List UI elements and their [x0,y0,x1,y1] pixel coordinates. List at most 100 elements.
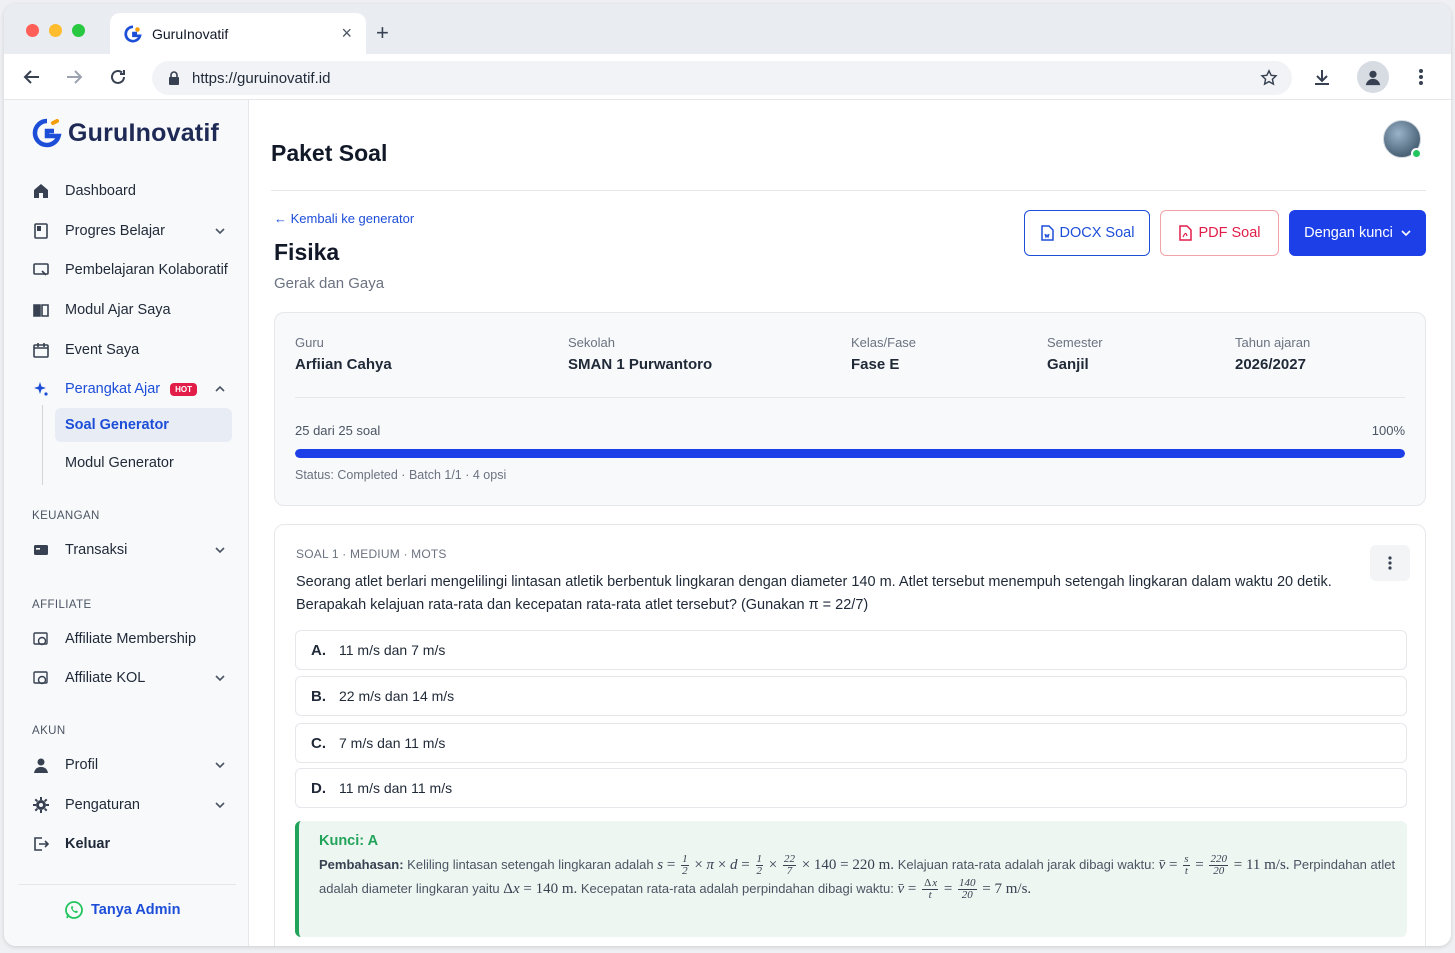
site-favicon-icon [124,24,142,42]
subject-title: Fisika [274,239,340,265]
sidebar-item-label: Keluar [65,836,111,852]
sidebar-item-perangkat-ajar[interactable]: Perangkat Ajar HOT [32,374,232,404]
whatsapp-icon [65,901,83,919]
info-value: Arfiian Cahya [295,356,392,373]
sidebar-item-label: Progres Belajar [65,223,165,239]
page-title: Paket Soal [271,140,388,166]
sidebar-item-label: Affiliate Membership [65,631,197,647]
info-kelas-fase: Kelas/Fase Fase E [851,335,916,373]
tab-close-icon[interactable]: × [341,23,352,44]
sidebar-item-label: Dashboard [65,183,136,199]
sidebar-item-label: Perangkat Ajar [65,381,161,397]
info-label: Guru [295,335,324,350]
sidebar-divider [18,884,236,885]
back-to-generator-link[interactable]: ← Kembali ke generator [274,211,414,226]
option-a[interactable]: A. 11 m/s dan 7 m/s [295,630,1407,670]
option-label: A. [311,641,326,659]
sparkle-icon [32,380,50,398]
sidebar-item-affiliate-membership[interactable]: Affiliate Membership [32,624,232,654]
sidebar-item-transaksi[interactable]: Transaksi [32,535,232,565]
info-value: 2026/2027 [1235,356,1306,373]
forward-arrow-icon[interactable] [62,65,86,89]
address-bar[interactable]: https://guruinovatif.id [152,61,1292,95]
section-label-affiliate: AFFILIATE [32,599,92,611]
explanation-text: Keliling lintasan setengah lingkaran ada… [407,857,654,872]
sidebar-item-dashboard[interactable]: Dashboard [32,176,232,206]
docx-soal-button[interactable]: DOCX Soal [1024,210,1150,256]
info-sekolah: Sekolah SMAN 1 Purwantoro [568,335,712,373]
close-window-button[interactable] [26,24,39,37]
profile-icon[interactable] [1357,61,1389,93]
bookmark-star-icon[interactable] [1260,69,1278,87]
affiliate-icon [32,669,50,687]
answer-key: Kunci: A [319,833,379,849]
sidebar-subitem-modul-generator[interactable]: Modul Generator [55,446,232,480]
browser-tab[interactable]: GuruInovatif × [110,13,366,54]
sidebar-item-label: Event Saya [65,342,140,358]
option-b[interactable]: B. 22 m/s dan 14 m/s [295,676,1407,716]
option-label: B. [311,687,326,705]
tab-title: GuruInovatif [152,25,229,42]
formula-displacement: Δx = 140 m. [503,881,578,898]
question-text: Seorang atlet berlari mengelilingi linta… [296,574,1332,613]
pdf-soal-button[interactable]: PDF Soal [1160,210,1279,256]
sidebar-item-event-saya[interactable]: Event Saya [32,335,232,365]
progress-bar [295,449,1405,458]
dengan-kunci-dropdown[interactable]: Dengan kunci [1289,210,1426,256]
info-card: Guru Arfiian Cahya Sekolah SMAN 1 Purwan… [274,312,1426,506]
dengan-kunci-label: Dengan kunci [1304,225,1393,241]
sidebar-subitem-soal-generator[interactable]: Soal Generator [55,408,232,442]
progress-percent: 100% [1371,423,1405,438]
docx-soal-label: DOCX Soal [1059,225,1135,241]
info-label: Sekolah [568,335,615,350]
pdf-icon [1179,225,1193,241]
option-c[interactable]: C. 7 m/s dan 11 m/s [295,723,1407,763]
user-icon [32,756,50,774]
sidebar-item-keluar[interactable]: Keluar [32,829,232,859]
logout-icon [32,835,50,853]
back-arrow-icon[interactable] [20,65,44,89]
brand-logo[interactable]: GuruInovatif [32,118,219,148]
option-text: 22 m/s dan 14 m/s [339,688,455,704]
minimize-window-button[interactable] [49,24,62,37]
info-divider [295,397,1405,398]
sidebar-item-pengaturan[interactable]: Pengaturan [32,790,232,820]
option-text: 11 m/s dan 7 m/s [339,642,446,658]
info-label: Kelas/Fase [851,335,917,350]
tanya-admin-button[interactable]: Tanya Admin [64,900,180,920]
chevron-down-icon [215,547,225,554]
info-value: SMAN 1 Purwantoro [568,356,713,373]
avatar[interactable] [1383,120,1422,159]
info-label: Semester [1047,335,1103,350]
gear-icon [32,796,50,814]
affiliate-icon [32,630,50,648]
browser-menu-icon[interactable] [1409,65,1433,89]
question-meta: SOAL 1 · MEDIUM · MOTS [296,547,447,561]
sidebar-item-progres-belajar[interactable]: Progres Belajar [32,216,232,246]
sidebar-item-modul-ajar-saya[interactable]: Modul Ajar Saya [32,295,232,325]
maximize-window-button[interactable] [72,24,85,37]
sidebar-item-affiliate-kol[interactable]: Affiliate KOL [32,663,232,693]
reload-icon[interactable] [106,65,130,89]
brand-icon [32,118,62,148]
sidebar-item-profil[interactable]: Profil [32,750,232,780]
wallet-icon [32,541,50,559]
sidebar-item-label: Pembelajaran Kolaboratif [65,262,228,278]
chevron-down-icon [215,762,225,769]
topic-subtitle: Gerak dan Gaya [274,275,385,292]
question-menu-button[interactable] [1370,545,1410,581]
info-value: Fase E [851,356,900,373]
question-card: SOAL 1 · MEDIUM · MOTS Seorang atlet ber… [274,524,1426,946]
browser-toolbar: https://guruinovatif.id [4,54,1451,100]
new-tab-icon[interactable]: + [376,20,389,46]
option-d[interactable]: D. 11 m/s dan 11 m/s [295,768,1407,808]
chevron-down-icon [215,228,225,235]
calendar-icon [32,341,50,359]
open-book-icon [32,301,50,319]
sidebar-item-pembelajaran-kolaboratif[interactable]: Pembelajaran Kolaboratif [32,255,232,285]
explanation: Pembahasan: Keliling lintasan setengah l… [319,853,1399,901]
download-icon[interactable] [1310,65,1334,89]
tab-strip: GuruInovatif × + [4,4,1451,54]
info-semester: Semester Ganjil [1047,335,1103,373]
option-label: C. [311,734,326,752]
